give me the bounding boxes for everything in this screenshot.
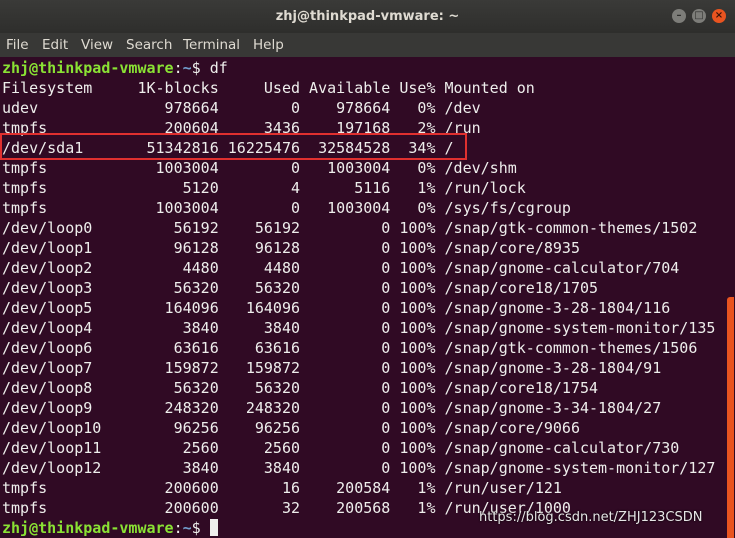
df-row: tmpfs 200600 16 200584 1% /run/user/121 [2, 479, 562, 497]
menu-edit[interactable]: Edit [42, 33, 68, 57]
prompt-separator: : [173, 519, 183, 537]
prompt-symbol: $ [191, 519, 210, 537]
minimize-button[interactable]: – [672, 9, 686, 23]
sda1-highlight-box [0, 133, 467, 160]
menu-view[interactable]: View [81, 33, 113, 57]
df-row: /dev/loop7 159872 159872 0 100% /snap/gn… [2, 359, 662, 377]
menu-help[interactable]: Help [253, 33, 284, 57]
menu-search[interactable]: Search [126, 33, 172, 57]
df-row: /dev/loop6 63616 63616 0 100% /snap/gtk-… [2, 339, 698, 357]
scrollbar-thumb[interactable] [727, 297, 734, 538]
menu-terminal[interactable]: Terminal [183, 33, 240, 57]
text-cursor [209, 519, 218, 536]
prompt-separator: : [173, 59, 183, 77]
command-text: df [209, 59, 228, 77]
df-row: udev 978664 0 978664 0% /dev [2, 99, 481, 117]
df-row: /dev/loop4 3840 3840 0 100% /snap/gnome-… [2, 319, 716, 337]
terminal-output[interactable]: zhj@thinkpad-vmware:~$ df Filesystem 1K-… [2, 58, 720, 538]
menu-file[interactable]: File [6, 33, 29, 57]
prompt-path: ~ [182, 59, 192, 77]
menu-bar: File Edit View Search Terminal Help [0, 33, 735, 57]
df-header-row: Filesystem 1K-blocks Used Available Use%… [2, 79, 535, 97]
df-row: /dev/loop0 56192 56192 0 100% /snap/gtk-… [2, 219, 698, 237]
df-row: /dev/loop10 96256 96256 0 100% /snap/cor… [2, 419, 580, 437]
close-button[interactable]: × [712, 9, 726, 23]
title-bar[interactable]: zhj@thinkpad-vmware: ~ – □ × [0, 0, 735, 33]
df-row: /dev/loop9 248320 248320 0 100% /snap/gn… [2, 399, 662, 417]
df-row: /dev/loop3 56320 56320 0 100% /snap/core… [2, 279, 599, 297]
prompt-user-host: zhj@thinkpad-vmware [2, 59, 174, 77]
maximize-button[interactable]: □ [692, 9, 706, 23]
df-row: /dev/loop2 4480 4480 0 100% /snap/gnome-… [2, 259, 680, 277]
prompt-user-host: zhj@thinkpad-vmware [2, 519, 174, 537]
df-row: tmpfs 1003004 0 1003004 0% /dev/shm [2, 159, 517, 177]
window-title: zhj@thinkpad-vmware: ~ [275, 9, 460, 24]
df-row: /dev/loop12 3840 3840 0 100% /snap/gnome… [2, 459, 716, 477]
watermark-text: https://blog.csdn.net/ZHJ123CSDN [479, 510, 703, 525]
df-row: tmpfs 5120 4 5116 1% /run/lock [2, 179, 526, 197]
terminal-window: zhj@thinkpad-vmware: ~ – □ × File Edit V… [0, 0, 735, 538]
prompt-path: ~ [182, 519, 192, 537]
prompt-symbol: $ [191, 59, 210, 77]
command-line: zhj@thinkpad-vmware:~$ df [2, 58, 720, 78]
df-row: /dev/loop8 56320 56320 0 100% /snap/core… [2, 379, 599, 397]
df-row: tmpfs 1003004 0 1003004 0% /sys/fs/cgrou… [2, 199, 571, 217]
df-row: /dev/loop11 2560 2560 0 100% /snap/gnome… [2, 439, 680, 457]
df-row: /dev/loop1 96128 96128 0 100% /snap/core… [2, 239, 580, 257]
df-row: /dev/loop5 164096 164096 0 100% /snap/gn… [2, 299, 671, 317]
